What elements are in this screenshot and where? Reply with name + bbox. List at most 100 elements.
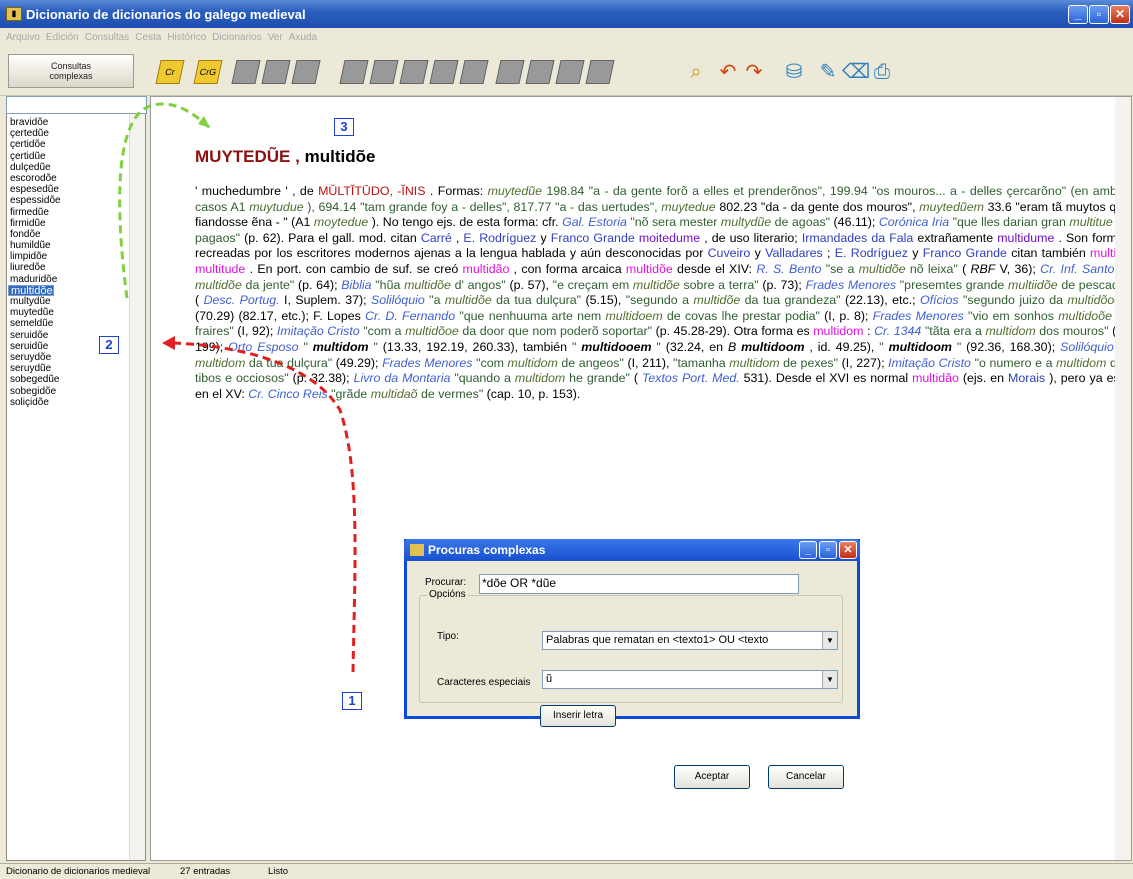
menu-historico[interactable]: Histórico (167, 32, 206, 43)
special-chars-value: ũ (546, 673, 553, 685)
headword-comma: , (295, 147, 300, 166)
word-list-item[interactable]: çertidũe (8, 151, 126, 162)
word-list-item[interactable]: sobegedũe (8, 374, 126, 385)
word-list-item[interactable]: soliçidõe (8, 397, 126, 408)
print-icon[interactable]: ⎙ (868, 58, 896, 86)
dictionary-button[interactable] (555, 60, 585, 84)
type-label: Tipo: (437, 631, 459, 642)
search-label: Procurar: (425, 577, 467, 588)
complex-queries-label-1: Consultas (50, 61, 92, 71)
dictionary-button[interactable] (261, 60, 291, 84)
dialog-minimize-button[interactable]: _ (799, 541, 817, 559)
callout-1: 1 (342, 692, 362, 710)
word-list-item[interactable]: espesedũe (8, 184, 126, 195)
dictionary-button[interactable] (399, 60, 429, 84)
word-list-item[interactable]: firmedũe (8, 207, 126, 218)
type-select-value: Palabras que rematan en <texto1> OU <tex… (546, 634, 769, 646)
dictionary-button[interactable] (459, 60, 489, 84)
status-state: Listo (268, 866, 289, 877)
menu-bar: Arquivo Edición Consultas Cesta Históric… (0, 28, 1133, 46)
word-list-item[interactable]: sobegidõe (8, 386, 126, 397)
word-list-item[interactable]: firmidũe (8, 218, 126, 229)
dictionary-button[interactable] (231, 60, 261, 84)
chevron-down-icon[interactable]: ▼ (822, 632, 837, 649)
word-list-item[interactable]: maduridõe (8, 274, 126, 285)
dictionary-button[interactable] (369, 60, 399, 84)
word-list-scrollbar[interactable] (129, 114, 145, 860)
complex-search-dialog: Procuras complexas _ ▫ ✕ Procurar: *dõe … (404, 539, 860, 719)
menu-dicionarios[interactable]: Dicionarios (212, 32, 261, 43)
back-arrow-icon[interactable]: ↶ (714, 58, 742, 86)
edit-icon[interactable]: ✎ (814, 58, 842, 86)
menu-ver[interactable]: Ver (268, 32, 283, 43)
options-label: Opcións (427, 589, 468, 600)
toolbar: Consultas complexas Cr CrG ⌕ ↶ ↷ ⛁ ✎ ⌫ ⎙ (0, 46, 1133, 96)
maximize-button[interactable]: ▫ (1089, 5, 1109, 24)
title-bar: ▮ Dicionario de dicionarios do galego me… (0, 0, 1133, 28)
word-list-item[interactable]: muytedũe (8, 307, 126, 318)
search-magnifier-icon[interactable]: ⌕ (682, 58, 710, 86)
accept-button[interactable]: Aceptar (674, 765, 750, 789)
search-field[interactable]: *dõe OR *dũe (479, 574, 799, 594)
dialog-maximize-button[interactable]: ▫ (819, 541, 837, 559)
word-list-item[interactable]: çertidõe (8, 139, 126, 150)
headword: MUYTEDŨE (195, 147, 291, 166)
minimize-button[interactable]: _ (1068, 5, 1088, 24)
dictionary-button[interactable] (429, 60, 459, 84)
word-list-item[interactable]: multidõe (8, 284, 54, 296)
entry-scrollbar[interactable] (1115, 97, 1131, 860)
dictionary-button[interactable] (495, 60, 525, 84)
dictionary-button[interactable] (291, 60, 321, 84)
word-list-item[interactable]: limpidõe (8, 251, 126, 262)
complex-queries-button[interactable]: Consultas complexas (8, 54, 134, 88)
dictionary-cr-button[interactable]: Cr (155, 60, 185, 84)
callout-3: 3 (334, 118, 354, 136)
menu-axuda[interactable]: Axuda (289, 32, 317, 43)
dictionary-button[interactable] (525, 60, 555, 84)
word-list-item[interactable]: dulçedũe (8, 162, 126, 173)
forward-arrow-icon[interactable]: ↷ (740, 58, 768, 86)
status-bar: Dicionario de dicionarios medieval 27 en… (0, 863, 1133, 879)
app-book-icon: ▮ (6, 7, 22, 21)
dictionary-button[interactable] (339, 60, 369, 84)
type-select[interactable]: Palabras que rematan en <texto1> OU <tex… (542, 631, 838, 650)
status-count: 27 entradas (180, 866, 231, 877)
word-list-item[interactable]: humildũe (8, 240, 126, 251)
word-list-item[interactable]: çertedũe (8, 128, 126, 139)
window-title: Dicionario de dicionarios do galego medi… (26, 6, 306, 22)
word-list-item[interactable]: liuredõe (8, 262, 126, 273)
menu-cesta[interactable]: Cesta (135, 32, 161, 43)
word-list-item[interactable]: bravidõe (8, 117, 126, 128)
word-list-item[interactable]: multydũe (8, 296, 126, 307)
basket-icon[interactable]: ⛁ (780, 58, 808, 86)
entry-panel: MUYTEDŨE , multidõe ' muchedumbre ' , de… (150, 96, 1132, 861)
menu-consultas[interactable]: Consultas (85, 32, 129, 43)
insert-letter-button[interactable]: Inserir letra (540, 705, 616, 727)
special-chars-select[interactable]: ũ ▼ (542, 670, 838, 689)
cancel-button[interactable]: Cancelar (768, 765, 844, 789)
headword-equivalent: multidõe (304, 147, 376, 166)
dialog-title: Procuras complexas (428, 543, 546, 557)
dictionary-crg-button[interactable]: CrG (193, 60, 223, 84)
word-list-item[interactable]: fondõe (8, 229, 126, 240)
entry-heading: MUYTEDŨE , multidõe (195, 147, 375, 167)
word-list: bravidõe çertedũe çertidõe çertidũe dulçedũe… (8, 117, 126, 408)
word-list-item[interactable]: semeldũe (8, 318, 126, 329)
app-book-icon (410, 544, 424, 556)
word-list-item[interactable]: espessidõe (8, 195, 126, 206)
clear-icon[interactable]: ⌫ (842, 58, 870, 86)
special-chars-label: Caracteres especiais (437, 677, 531, 688)
menu-edicion[interactable]: Edición (46, 32, 79, 43)
chevron-down-icon[interactable]: ▼ (822, 671, 837, 688)
close-button[interactable]: ✕ (1110, 5, 1130, 24)
menu-arquivo[interactable]: Arquivo (6, 32, 40, 43)
main-window: ▮ Dicionario de dicionarios do galego me… (0, 0, 1133, 879)
word-list-item[interactable]: seruydũe (8, 363, 126, 374)
callout-2: 2 (99, 336, 119, 354)
dialog-title-bar: Procuras complexas _ ▫ ✕ (404, 539, 860, 561)
dialog-close-button[interactable]: ✕ (839, 541, 857, 559)
dictionary-button[interactable] (585, 60, 615, 84)
word-search-input[interactable] (6, 96, 147, 114)
word-list-item[interactable]: escorodõe (8, 173, 126, 184)
status-app: Dicionario de dicionarios medieval (6, 866, 151, 877)
